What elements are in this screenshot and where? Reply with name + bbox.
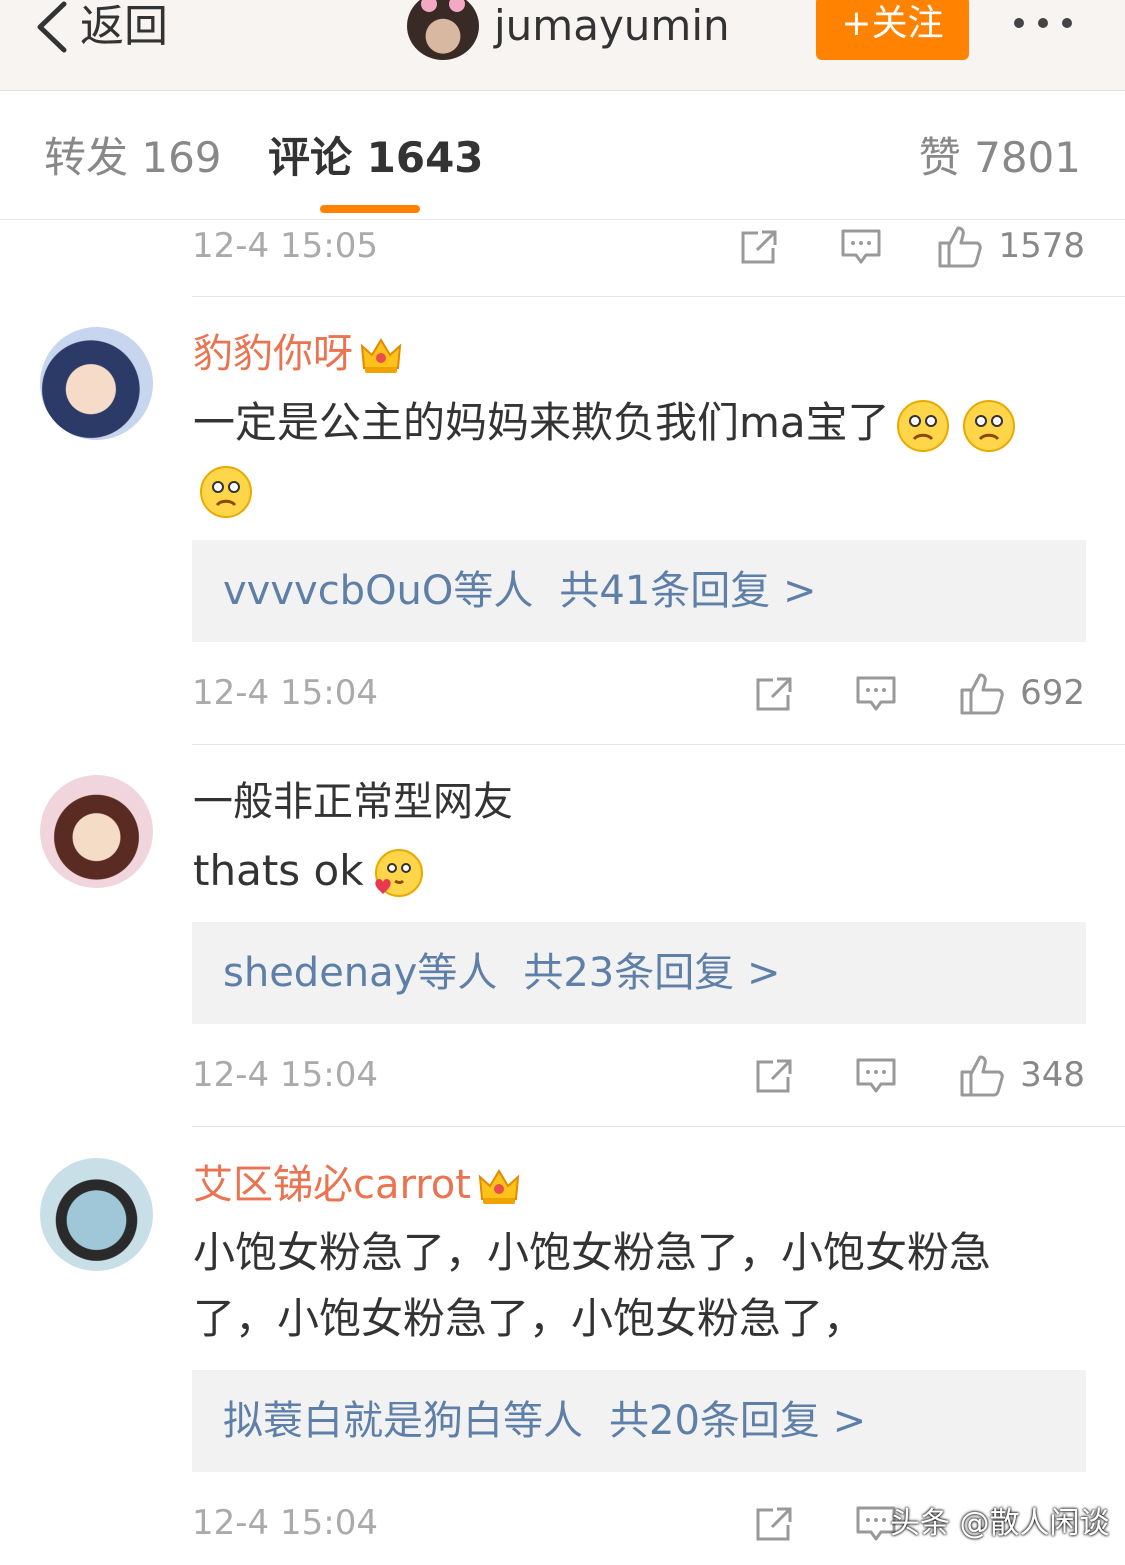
tab-repost[interactable]: 转发 169 [44,133,222,183]
replies-preview[interactable]: 拟蓑白就是狗白等人 共20条回复 > [192,1370,1086,1472]
watermark: 头条 @散人闲谈 [890,1506,1110,1541]
reply-total-link[interactable]: 共23条回复 > [523,950,780,996]
back-label: 返回 [80,1,168,52]
commenter-avatar[interactable] [40,327,153,440]
like-button[interactable]: 692 [958,668,1085,718]
repost-icon[interactable] [753,1504,795,1544]
repost-icon[interactable] [753,1056,795,1096]
vip-crown-icon [360,338,402,373]
like-button[interactable]: 348 [958,1050,1085,1100]
commenter-username[interactable]: 豹豹你呀 [193,328,403,380]
comment-meta-row: 12-4 15:05 1578 [192,221,1085,271]
poster-avatar[interactable] [407,0,479,60]
commenter-username[interactable]: 一般非正常型网友 [193,776,513,828]
follow-button[interactable]: +关注 [816,0,969,60]
comment-divider [192,744,1125,745]
reply-users: 拟蓑白就是狗白等人 [223,1398,583,1444]
reply-total-link[interactable]: 共20条回复 > [609,1398,866,1444]
comment-content: thats ok [193,838,1073,904]
active-tab-indicator [320,205,420,213]
like-button[interactable]: 1578 [936,221,1085,271]
comment-text: 一定是公主的妈妈来欺负我们ma宝了 [193,398,890,447]
thumbs-up-icon [960,1055,1004,1097]
comment-timestamp: 12-4 15:04 [192,1055,378,1095]
sad-emoji-icon [200,465,252,518]
comment-content: 小饱女粉急了，小饱女粉急了，小饱女粉急了，小饱女粉急了，小饱女粉急了， [193,1228,992,1343]
commenter-avatar[interactable] [40,1158,153,1271]
thumbs-up-icon [960,673,1004,715]
more-options-icon[interactable] [1014,18,1072,28]
comment-icon[interactable] [855,1056,897,1096]
dot [1038,18,1048,28]
reply-users: vvvvcbOuO等人 [223,568,534,614]
post-tabs: 转发 169 评论 1643 赞 7801 [0,91,1125,220]
vip-crown-icon [478,1169,520,1204]
sad-emoji-icon [896,399,949,452]
thumbs-up-icon [938,226,983,268]
like-count: 692 [1020,673,1085,713]
tab-comment[interactable]: 评论 1643 [268,133,484,183]
dot [1062,18,1072,28]
avatar-ear-decoration [421,0,437,12]
comment-icon[interactable] [855,674,897,714]
comment-text: thats ok [193,846,364,895]
sad-emoji-icon [962,399,1015,452]
comment-divider [192,296,1125,297]
like-count: 1578 [998,226,1085,266]
repost-icon[interactable] [753,674,795,714]
reply-users: shedenay等人 [223,950,498,996]
replies-preview[interactable]: shedenay等人 共23条回复 > [192,922,1086,1024]
comment-icon[interactable] [840,227,882,267]
avatar-ear-decoration [449,0,465,12]
comment-divider [192,1126,1125,1127]
commenter-username[interactable]: 艾区锑必carrot [193,1159,521,1211]
comment-meta-row: 12-4 15:04 348 [192,1050,1085,1100]
repost-icon[interactable] [738,227,780,267]
top-navigation-bar: 返回 jumayumin +关注 [0,0,1125,91]
tab-like[interactable]: 赞 7801 [919,133,1081,183]
dot [1014,18,1024,28]
reply-total-link[interactable]: 共41条回复 > [559,568,816,614]
chevron-left-icon [37,1,67,53]
poster-username[interactable]: jumayumin [494,0,730,52]
back-button[interactable]: 返回 [34,0,168,54]
like-count: 348 [1020,1055,1085,1095]
comment-timestamp: 12-4 15:05 [192,226,378,266]
username-text: 艾区锑必carrot [193,1162,471,1208]
replies-preview[interactable]: vvvvcbOuO等人 共41条回复 > [192,540,1086,642]
comment-content: 一定是公主的妈妈来欺负我们ma宝了 [193,390,1073,522]
comment-timestamp: 12-4 15:04 [192,1503,378,1543]
username-text: 豹豹你呀 [193,331,353,377]
comment-timestamp: 12-4 15:04 [192,673,378,713]
love-emoji-icon [374,848,423,897]
comment-meta-row: 12-4 15:04 692 [192,668,1085,718]
commenter-avatar[interactable] [40,775,153,888]
